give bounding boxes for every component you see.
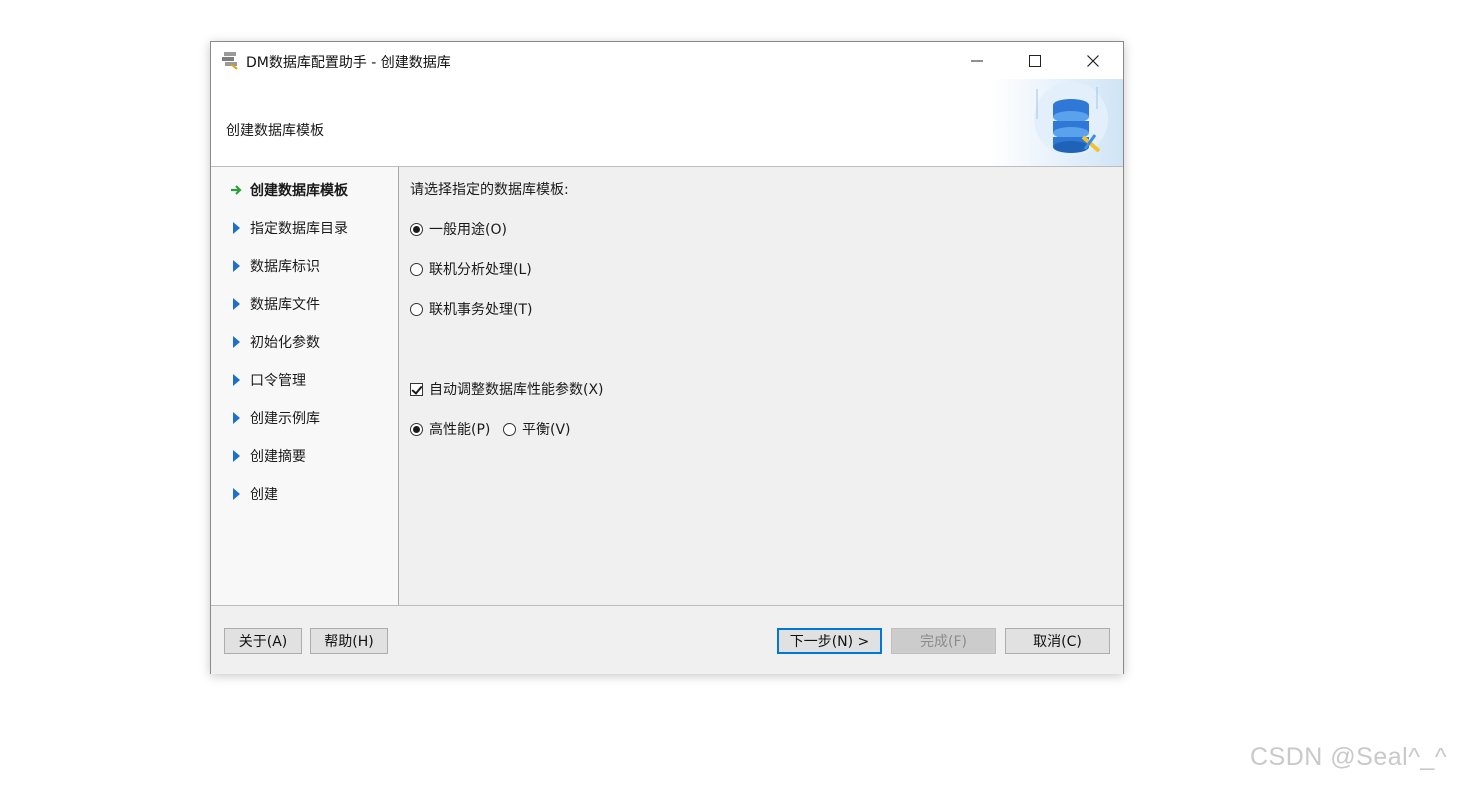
minimize-button[interactable] [948, 42, 1006, 79]
radio-button[interactable] [503, 422, 516, 436]
triangle-right-icon [229, 449, 243, 463]
radio-balanced[interactable]: 平衡(V) [503, 419, 571, 439]
wizard-header: 创建数据库模板 [211, 79, 1123, 167]
step-label: 创建示例库 [250, 411, 320, 427]
radio-label: 高性能(P) [429, 422, 491, 438]
radio-button[interactable] [410, 422, 423, 436]
sidebar-step-db-files[interactable]: 数据库文件 [229, 293, 320, 315]
step-label: 口令管理 [250, 373, 306, 389]
step-label: 创建数据库模板 [250, 183, 348, 199]
sidebar-step-password[interactable]: 口令管理 [229, 369, 306, 391]
radio-button[interactable] [410, 222, 423, 236]
radio-label: 平衡(V) [522, 422, 571, 438]
sidebar-step-create-template[interactable]: 创建数据库模板 [229, 179, 348, 201]
sidebar-step-summary[interactable]: 创建摘要 [229, 445, 306, 467]
database-banner-icon [991, 79, 1123, 166]
radio-olap[interactable]: 联机分析处理(L) [410, 259, 532, 279]
triangle-right-icon [229, 335, 243, 349]
radio-label: 联机分析处理(L) [429, 262, 532, 278]
radio-label: 一般用途(O) [429, 222, 507, 238]
maximize-icon [1029, 54, 1041, 67]
template-panel: 请选择指定的数据库模板: 一般用途(O) 联机分析处理(L) 联机事务处理(T)… [399, 167, 1123, 605]
help-button[interactable]: 帮助(H) [310, 628, 388, 654]
step-label: 创建 [250, 487, 278, 503]
template-prompt: 请选择指定的数据库模板: [410, 182, 569, 198]
dm-config-window: DM数据库配置助手 - 创建数据库 创建数据库模板 创建数据库模板 指定数据库目… [210, 41, 1124, 674]
sidebar-step-db-identity[interactable]: 数据库标识 [229, 255, 320, 277]
radio-general-purpose[interactable]: 一般用途(O) [410, 219, 507, 239]
triangle-right-icon [229, 297, 243, 311]
title-bar[interactable]: DM数据库配置助手 - 创建数据库 [211, 42, 1123, 79]
window-title: DM数据库配置助手 - 创建数据库 [246, 55, 451, 71]
steps-sidebar: 创建数据库模板 指定数据库目录 数据库标识 数据库文件 初始化参数 口令管理 创… [211, 167, 399, 605]
triangle-right-icon [229, 487, 243, 501]
sidebar-step-create[interactable]: 创建 [229, 483, 278, 505]
cancel-button[interactable]: 取消(C) [1005, 628, 1110, 654]
arrow-right-icon [231, 185, 242, 195]
close-button[interactable] [1064, 42, 1122, 79]
wizard-footer: 关于(A) 帮助(H) 下一步(N) > 完成(F) 取消(C) [211, 605, 1123, 674]
radio-oltp[interactable]: 联机事务处理(T) [410, 299, 532, 319]
page-title: 创建数据库模板 [226, 123, 324, 139]
step-label: 指定数据库目录 [250, 221, 348, 237]
radio-button[interactable] [410, 262, 423, 276]
close-icon [1087, 54, 1099, 67]
minimize-icon [971, 60, 983, 61]
about-button[interactable]: 关于(A) [224, 628, 302, 654]
sidebar-step-sample-db[interactable]: 创建示例库 [229, 407, 320, 429]
step-label: 数据库文件 [250, 297, 320, 313]
checkbox-auto-tune[interactable]: 自动调整数据库性能参数(X) [410, 379, 604, 399]
checkbox[interactable] [410, 382, 423, 396]
next-button[interactable]: 下一步(N) > [777, 628, 882, 654]
radio-high-performance[interactable]: 高性能(P) [410, 419, 490, 439]
radio-label: 联机事务处理(T) [429, 302, 533, 318]
app-icon [222, 52, 238, 70]
maximize-button[interactable] [1006, 42, 1064, 79]
step-label: 创建摘要 [250, 449, 306, 465]
finish-button: 完成(F) [891, 628, 996, 654]
triangle-right-icon [229, 221, 243, 235]
sidebar-step-db-directory[interactable]: 指定数据库目录 [229, 217, 348, 239]
triangle-right-icon [229, 373, 243, 387]
triangle-right-icon [229, 259, 243, 273]
sidebar-step-init-params[interactable]: 初始化参数 [229, 331, 320, 353]
watermark: CSDN @Seal^_^ [1250, 743, 1448, 771]
step-label: 初始化参数 [250, 335, 320, 351]
triangle-right-icon [229, 411, 243, 425]
step-label: 数据库标识 [250, 259, 320, 275]
checkbox-label: 自动调整数据库性能参数(X) [429, 382, 604, 398]
radio-button[interactable] [410, 302, 423, 316]
